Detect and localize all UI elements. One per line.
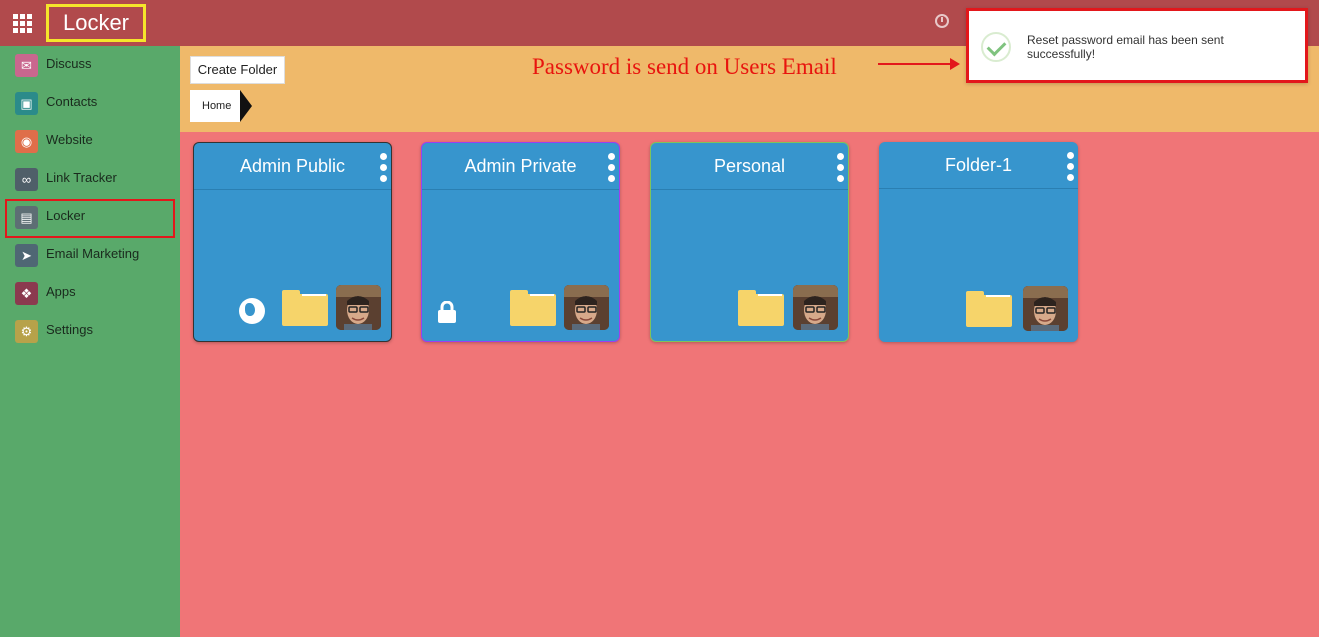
folder-card-folder-1[interactable]: Folder-1: [879, 142, 1078, 342]
folder-title: Personal: [713, 156, 786, 176]
annotation-text: Password is send on Users Email: [532, 54, 837, 79]
sidebar-item-settings[interactable]: ⚙ Settings: [0, 312, 180, 350]
folder-card-admin-public[interactable]: Admin Public: [193, 142, 392, 342]
card-header: Admin Public: [194, 143, 391, 190]
apps-icon: ❖: [15, 282, 38, 305]
activity-clock-icon[interactable]: [935, 14, 949, 28]
folder-icon: [966, 291, 1012, 327]
sidebar-item-email-marketing[interactable]: ➤ Email Marketing: [0, 236, 180, 274]
sidebar: ✉ Discuss ▣ Contacts ◉ Website ∞ Link Tr…: [0, 46, 180, 637]
notification-message: Reset password email has been sent succe…: [1027, 33, 1224, 61]
globe-icon: [239, 298, 265, 324]
sidebar-item-label: Settings: [46, 322, 93, 337]
avatar: [564, 285, 609, 330]
more-options-icon[interactable]: [606, 153, 616, 183]
paper-plane-icon: ➤: [15, 244, 38, 267]
folder-card-admin-private[interactable]: Admin Private: [421, 142, 620, 342]
more-options-icon[interactable]: [835, 153, 845, 183]
more-options-icon[interactable]: [1065, 152, 1075, 182]
more-options-icon[interactable]: [378, 153, 388, 183]
sidebar-item-label: Website: [46, 132, 93, 147]
folder-icon: [738, 290, 784, 326]
lock-icon: [438, 301, 456, 323]
discuss-icon: ✉: [15, 54, 38, 77]
sidebar-item-label: Link Tracker: [46, 170, 117, 185]
breadcrumb-home[interactable]: Home: [190, 90, 240, 122]
annotation-arrow: [878, 58, 960, 70]
card-header: Admin Private: [422, 143, 619, 190]
folder-icon: [282, 290, 328, 326]
folder-card-personal[interactable]: Personal: [650, 142, 849, 342]
folder-title: Admin Private: [464, 156, 577, 176]
apps-menu-icon[interactable]: [13, 14, 32, 33]
create-folder-button[interactable]: Create Folder: [190, 56, 285, 84]
sidebar-item-contacts[interactable]: ▣ Contacts: [0, 84, 180, 122]
avatar: [336, 285, 381, 330]
sidebar-item-label: Email Marketing: [46, 246, 140, 261]
sidebar-item-label: Discuss: [46, 56, 92, 71]
avatar: [793, 285, 838, 330]
success-notification: Reset password email has been sent succe…: [966, 8, 1308, 83]
app-title: Locker: [46, 4, 146, 42]
sidebar-item-label: Contacts: [46, 94, 98, 109]
contacts-icon: ▣: [15, 92, 38, 115]
sidebar-item-label: Apps: [46, 284, 76, 299]
avatar: [1023, 286, 1068, 331]
sidebar-item-discuss[interactable]: ✉ Discuss: [0, 46, 180, 84]
folder-title: Folder-1: [944, 155, 1013, 175]
checkmark-icon: [981, 32, 1011, 62]
sidebar-item-apps[interactable]: ❖ Apps: [0, 274, 180, 312]
sidebar-item-website[interactable]: ◉ Website: [0, 122, 180, 160]
gear-icon: ⚙: [15, 320, 38, 343]
locker-highlight-box: [5, 199, 175, 238]
card-header: Folder-1: [879, 142, 1078, 189]
breadcrumb-arrow: [240, 90, 252, 122]
website-icon: ◉: [15, 130, 38, 153]
link-icon: ∞: [15, 168, 38, 191]
folder-title: Admin Public: [239, 156, 346, 176]
sidebar-item-link-tracker[interactable]: ∞ Link Tracker: [0, 160, 180, 198]
card-header: Personal: [651, 143, 848, 190]
folder-icon: [510, 290, 556, 326]
